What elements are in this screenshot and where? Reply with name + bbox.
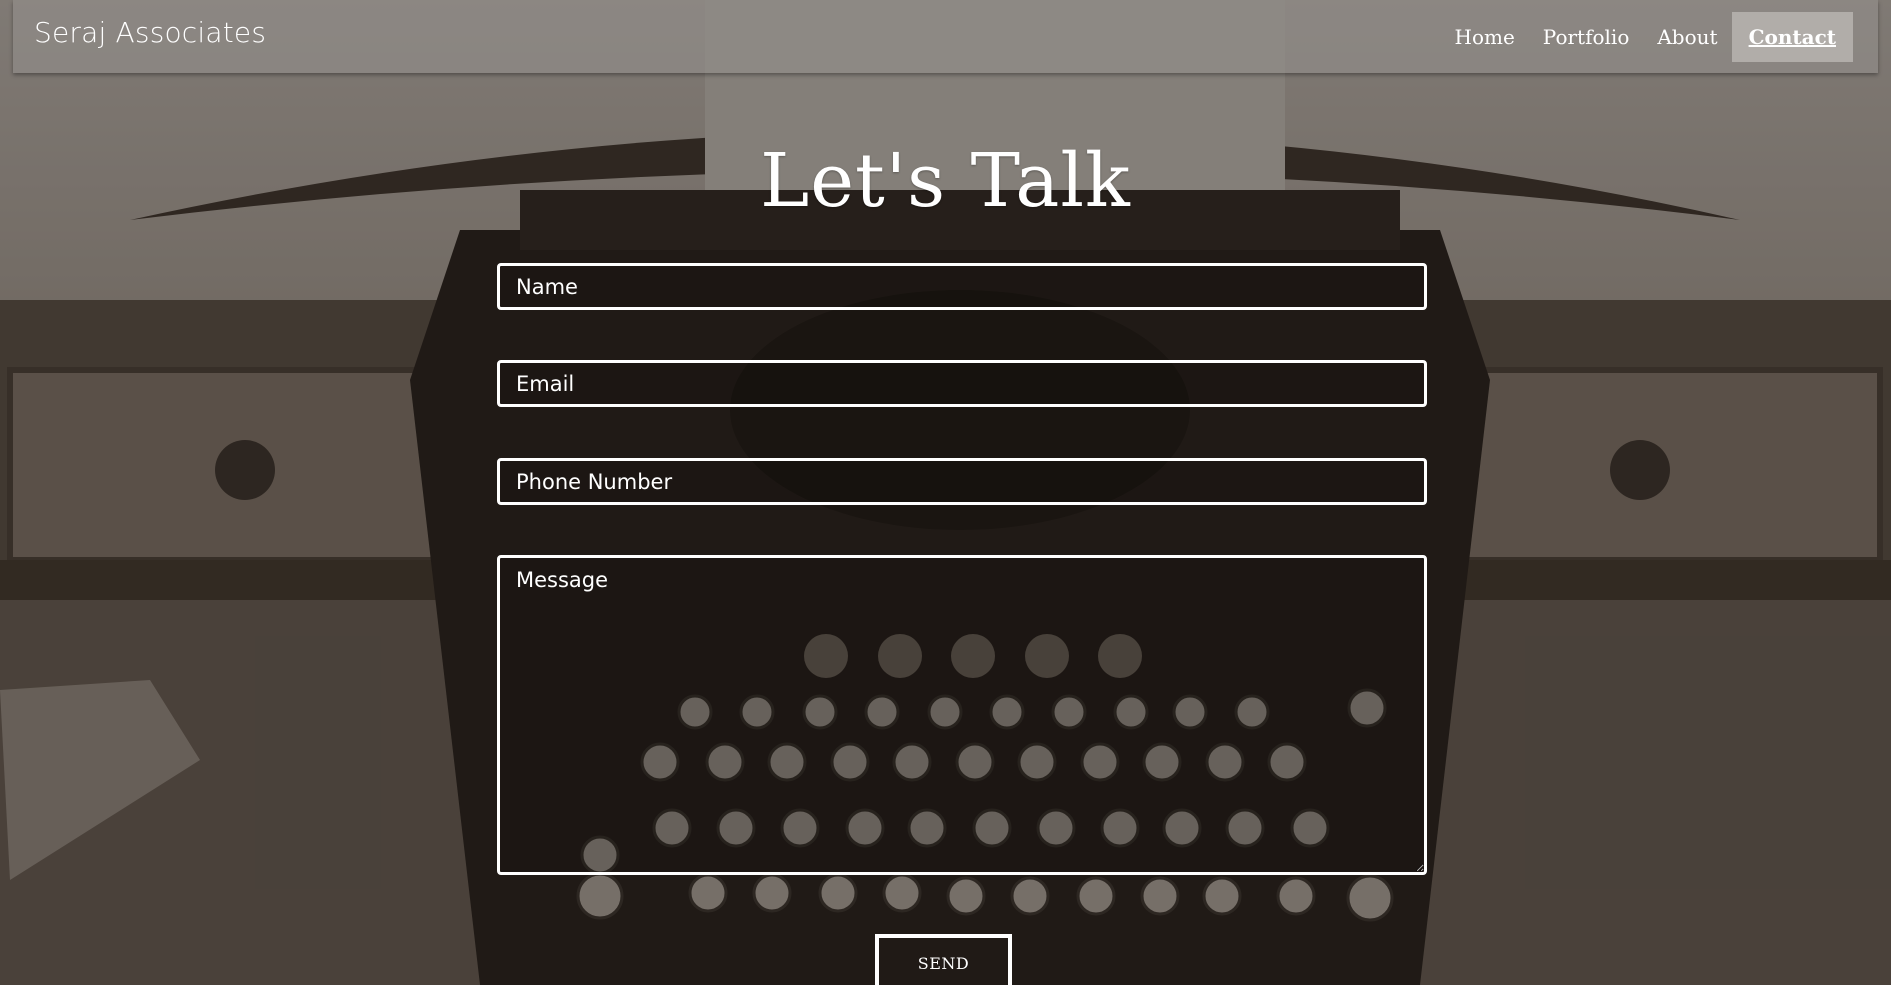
name-input[interactable] bbox=[497, 263, 1427, 310]
contact-heading: Let's Talk bbox=[760, 138, 1131, 224]
brand-logo-link[interactable]: Seraj Associates bbox=[34, 16, 266, 49]
message-textarea[interactable] bbox=[497, 555, 1427, 875]
nav-link-contact[interactable]: Contact bbox=[1731, 11, 1853, 62]
nav-link-portfolio[interactable]: Portfolio bbox=[1529, 12, 1644, 62]
nav-link-about[interactable]: About bbox=[1643, 12, 1731, 62]
phone-number-input[interactable] bbox=[497, 458, 1427, 505]
nav-link-home[interactable]: Home bbox=[1441, 12, 1529, 62]
nav-links: Home Portfolio About Contact bbox=[1441, 0, 1879, 73]
send-button[interactable]: SEND bbox=[875, 934, 1012, 985]
top-navbar: Seraj Associates Home Portfolio About Co… bbox=[13, 0, 1878, 73]
email-input[interactable] bbox=[497, 360, 1427, 407]
